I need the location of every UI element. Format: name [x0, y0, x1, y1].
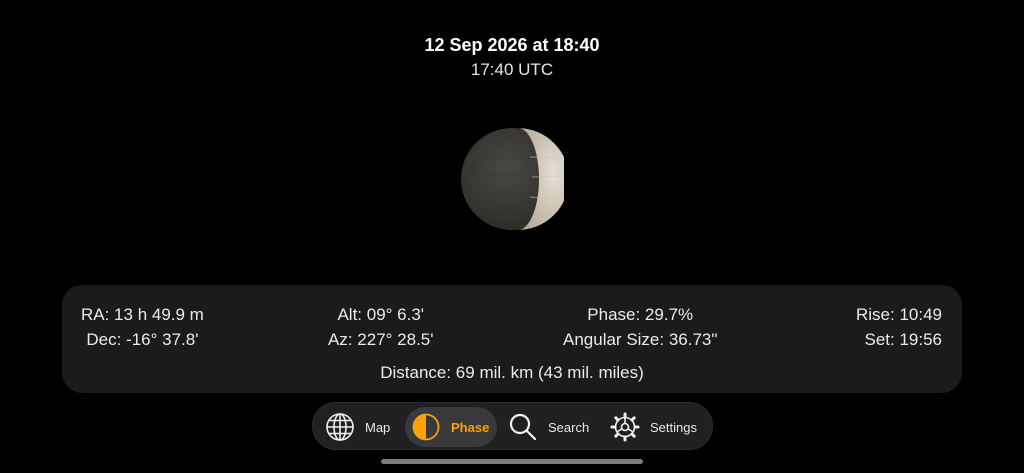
tab-search[interactable]: Search — [507, 407, 599, 447]
globe-icon — [325, 412, 355, 442]
phase-column: Phase: 29.7% Angular Size: 36.73" — [563, 302, 717, 352]
date-header: 12 Sep 2026 at 18:40 17:40 UTC — [0, 33, 1024, 82]
tab-map-label: Map — [365, 419, 391, 435]
home-indicator — [381, 459, 643, 464]
tab-phase-label: Phase — [451, 419, 490, 435]
tab-settings[interactable]: Settings — [609, 407, 709, 447]
gear-icon — [610, 412, 640, 442]
tab-phase[interactable]: Phase — [405, 407, 497, 447]
tab-search-label: Search — [548, 419, 590, 435]
tab-settings-label: Settings — [650, 419, 697, 435]
tab-map[interactable]: Map — [322, 407, 408, 447]
planet-phase-image — [460, 127, 569, 231]
phase-percent: Phase: 29.7% — [587, 305, 694, 324]
coordinates-column: RA: 13 h 49.9 m Dec: -16° 37.8' — [81, 302, 204, 352]
altitude: Alt: 09° 6.3' — [337, 305, 425, 324]
tab-bar: Map Phase Search Settings — [312, 402, 713, 450]
azimuth: Az: 227° 28.5' — [328, 330, 434, 349]
altaz-column: Alt: 09° 6.3' Az: 227° 28.5' — [328, 302, 434, 352]
rise-set-column: Rise: 10:49 Set: 19:56 — [856, 302, 942, 352]
right-ascension: RA: 13 h 49.9 m — [81, 305, 204, 324]
set-time: Set: 19:56 — [864, 330, 942, 349]
declination: Dec: -16° 37.8' — [86, 330, 199, 349]
utc-time: 17:40 UTC — [470, 60, 554, 79]
half-circle-icon — [411, 412, 441, 442]
magnifier-icon — [508, 412, 538, 442]
angular-size: Angular Size: 36.73" — [563, 330, 718, 349]
info-panel: RA: 13 h 49.9 m Dec: -16° 37.8' Alt: 09°… — [62, 285, 962, 393]
distance: Distance: 69 mil. km (43 mil. miles) — [380, 363, 644, 382]
app-screen: 12 Sep 2026 at 18:40 17:40 UTC RA: 13 h … — [0, 0, 1024, 473]
date-title: 12 Sep 2026 at 18:40 — [424, 35, 600, 55]
rise-time: Rise: 10:49 — [856, 305, 942, 324]
